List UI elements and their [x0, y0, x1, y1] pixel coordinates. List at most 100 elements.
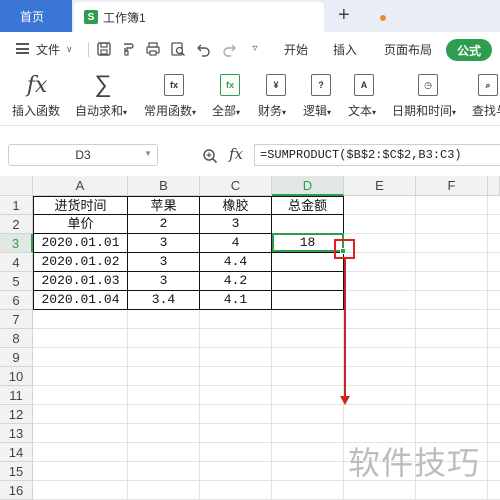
document-title: 工作簿1: [103, 10, 146, 25]
menu-start[interactable]: 开始: [284, 32, 308, 66]
arrow-down-icon: [340, 396, 350, 405]
lookup-label: 查找与: [472, 104, 500, 118]
clock-icon: ◷: [416, 72, 440, 98]
redo-icon[interactable]: [221, 41, 237, 57]
row-header-13[interactable]: 13: [0, 424, 33, 443]
row-header-9[interactable]: 9: [0, 348, 33, 367]
row-header-2[interactable]: 2: [0, 215, 33, 234]
cell-b4[interactable]: 3: [128, 253, 199, 271]
star-function-icon: fx: [162, 72, 186, 98]
cell-b1[interactable]: 苹果: [128, 197, 199, 214]
common-functions-button[interactable]: fx 常用函数▾: [144, 66, 202, 126]
text-a-icon: A: [352, 72, 376, 98]
gridline: [33, 423, 500, 424]
more-commands-icon[interactable]: ▿: [247, 41, 263, 57]
row-header-4[interactable]: 4: [0, 253, 33, 272]
column-header-f[interactable]: F: [416, 176, 488, 196]
fx-insert-function-icon[interactable]: fx: [229, 145, 243, 163]
print-icon[interactable]: [145, 41, 161, 57]
cell-c3[interactable]: 4: [200, 234, 271, 252]
select-all-corner[interactable]: [0, 176, 33, 196]
autosum-label: 自动求和▾: [75, 104, 128, 118]
cell-c2[interactable]: 3: [200, 215, 271, 233]
row-header-1[interactable]: 1: [0, 196, 33, 215]
insert-function-button[interactable]: fx 插入函数: [12, 66, 62, 126]
all-functions-button[interactable]: fx 全部▾: [212, 66, 246, 126]
datetime-button[interactable]: ◷ 日期和时间▾: [392, 66, 462, 126]
cell-a4[interactable]: 2020.01.02: [34, 253, 127, 271]
cell-a1[interactable]: 进货时间: [34, 197, 127, 214]
menu-file[interactable]: 文件 ∨: [36, 32, 73, 66]
row-header-3[interactable]: 3: [0, 234, 33, 253]
unsaved-dot-icon: [380, 15, 386, 21]
cell-d1[interactable]: 总金额: [272, 197, 343, 214]
row-header-7[interactable]: 7: [0, 310, 33, 329]
column-header-e[interactable]: E: [344, 176, 416, 196]
datetime-label: 日期和时间▾: [392, 104, 457, 118]
cell-b5[interactable]: 3: [128, 272, 199, 290]
cell-b2[interactable]: 2: [128, 215, 199, 233]
spreadsheet-grid[interactable]: A B C D E F 1 2 3 4 5 6 7 8 9 10 11 12 1…: [0, 176, 500, 500]
tab-bar: 首页 S 工作簿1 +: [0, 0, 500, 32]
cell-a2[interactable]: 单价: [34, 215, 127, 233]
row-header-5[interactable]: 5: [0, 272, 33, 291]
print-preview-icon[interactable]: [170, 41, 186, 57]
column-header-g[interactable]: [488, 176, 500, 196]
save-icon[interactable]: [96, 41, 112, 57]
row-header-12[interactable]: 12: [0, 405, 33, 424]
column-header-b[interactable]: B: [128, 176, 200, 196]
divider: [88, 42, 89, 57]
menu-page-layout[interactable]: 页面布局: [384, 32, 432, 66]
cell-a3[interactable]: 2020.01.01: [34, 234, 127, 252]
name-box-value: D3: [75, 148, 91, 162]
column-header-d[interactable]: D: [272, 176, 344, 196]
annotation-highlight-box: [334, 239, 355, 259]
gridline: [33, 347, 500, 348]
cell-c4[interactable]: 4.4: [200, 253, 271, 271]
tab-home[interactable]: 首页: [0, 0, 72, 32]
cell-a5[interactable]: 2020.01.03: [34, 272, 127, 290]
chevron-down-icon[interactable]: ▼: [144, 149, 152, 158]
logic-button[interactable]: ? 逻辑▾: [303, 66, 337, 126]
lookup-button[interactable]: ⌕ 查找与: [472, 66, 500, 126]
cell-c5[interactable]: 4.2: [200, 272, 271, 290]
row-header-6[interactable]: 6: [0, 291, 33, 310]
menu-formulas[interactable]: 公式: [446, 39, 492, 61]
cell-c6[interactable]: 4.1: [200, 291, 271, 309]
new-tab-button[interactable]: +: [338, 4, 350, 26]
logic-label: 逻辑▾: [303, 104, 332, 118]
name-box[interactable]: D3 ▼: [8, 144, 158, 166]
menu-bar: 文件 ∨ ▿ 开始 插入 页面布局 公式: [0, 32, 500, 66]
column-header-a[interactable]: A: [33, 176, 128, 196]
gridline: [487, 196, 488, 500]
column-header-c[interactable]: C: [200, 176, 272, 196]
row-header-16[interactable]: 16: [0, 481, 33, 500]
all-functions-label: 全部▾: [212, 104, 241, 118]
watermark: 软件技巧: [348, 444, 481, 482]
undo-icon[interactable]: [196, 41, 212, 57]
finance-button[interactable]: ¥ 财务▾: [258, 66, 292, 126]
cell-b6[interactable]: 3.4: [128, 291, 199, 309]
sigma-icon: ∑: [94, 71, 112, 98]
cell-a6[interactable]: 2020.01.04: [34, 291, 127, 309]
fx-icon: fx: [26, 72, 48, 98]
gridline: [33, 366, 500, 367]
yen-icon: ¥: [264, 72, 288, 98]
row-header-14[interactable]: 14: [0, 443, 33, 462]
cell-b3[interactable]: 3: [128, 234, 199, 252]
ribbon: fx 插入函数 ∑ 自动求和▾ fx 常用函数▾ fx 全部▾ ¥ 财务▾ ? …: [0, 66, 500, 126]
finance-label: 财务▾: [258, 104, 287, 118]
hamburger-menu-icon[interactable]: [16, 43, 29, 54]
row-header-10[interactable]: 10: [0, 367, 33, 386]
format-painter-icon[interactable]: [120, 41, 136, 57]
row-header-11[interactable]: 11: [0, 386, 33, 405]
cell-c1[interactable]: 橡胶: [200, 197, 271, 214]
menu-insert[interactable]: 插入: [333, 32, 357, 66]
text-functions-button[interactable]: A 文本▾: [348, 66, 382, 126]
row-header-15[interactable]: 15: [0, 462, 33, 481]
row-header-8[interactable]: 8: [0, 329, 33, 348]
formula-input[interactable]: =SUMPRODUCT($B$2:$C$2,B3:C3): [254, 144, 500, 166]
tab-document[interactable]: S 工作簿1: [74, 2, 386, 32]
zoom-icon[interactable]: [202, 148, 218, 164]
autosum-button[interactable]: ∑ 自动求和▾: [75, 66, 130, 126]
